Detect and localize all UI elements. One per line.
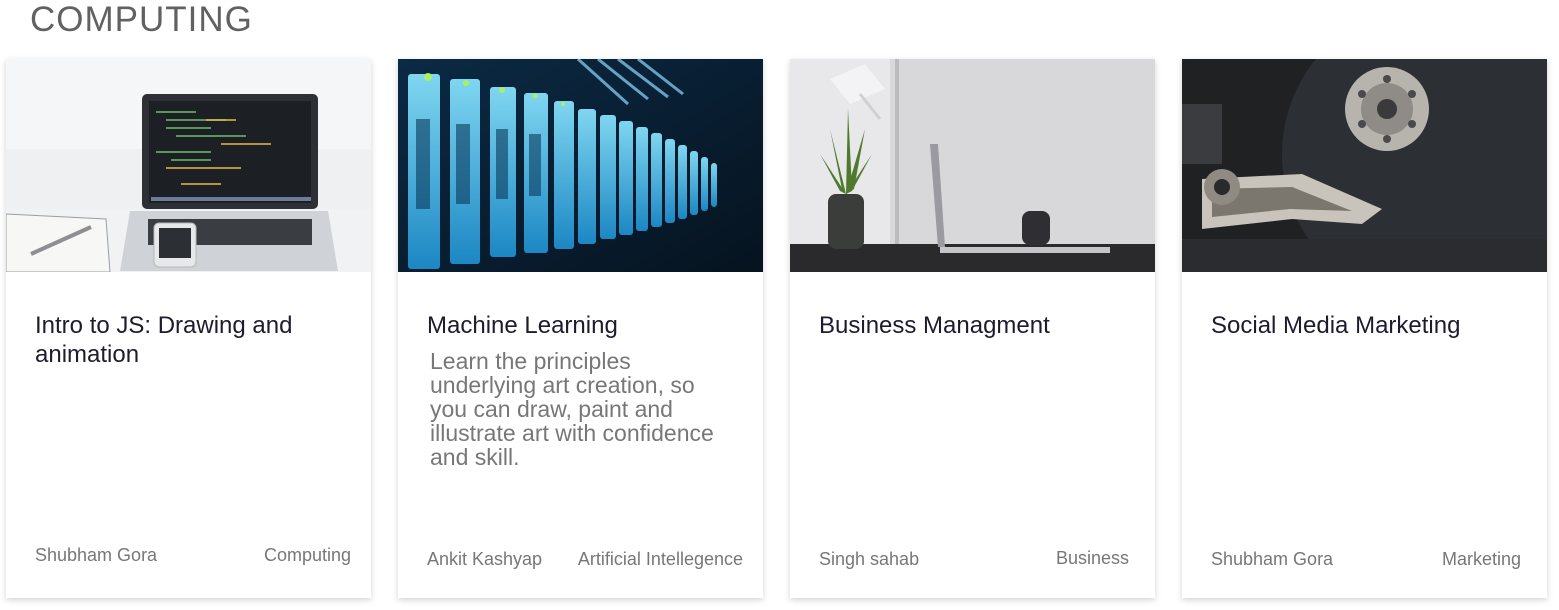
course-title[interactable]: Social Media Marketing	[1211, 311, 1511, 340]
course-category: Artificial Intellegence	[577, 549, 743, 569]
course-card[interactable]: Machine Learning Learn the principles un…	[398, 59, 763, 598]
course-category: Business	[1055, 548, 1129, 568]
course-description: Learn the principles underlying art crea…	[430, 348, 714, 470]
course-category: Marketing	[1441, 549, 1521, 569]
desk-workspace-image	[790, 59, 1155, 272]
course-title[interactable]: Business Managment	[819, 311, 1119, 340]
course-title[interactable]: Intro to JS: Drawing and animation	[35, 311, 335, 369]
course-title[interactable]: Machine Learning	[427, 311, 727, 340]
server-rack-image	[398, 59, 763, 272]
laptop-code-image	[6, 59, 371, 272]
section-title: COMPUTING	[30, 0, 253, 39]
course-author: Shubham Gora	[35, 545, 158, 565]
course-author: Ankit Kashyap	[427, 549, 543, 569]
course-card[interactable]: Social Media Marketing Shubham Gora Mark…	[1182, 59, 1547, 598]
course-author: Shubham Gora	[1211, 549, 1334, 569]
course-card[interactable]: Intro to JS: Drawing and animation Shubh…	[6, 59, 371, 598]
hard-drive-image	[1182, 59, 1547, 272]
course-category: Computing	[263, 545, 351, 565]
course-card[interactable]: Business Managment Singh sahab Business	[790, 59, 1155, 598]
course-author: Singh sahab	[819, 549, 920, 569]
